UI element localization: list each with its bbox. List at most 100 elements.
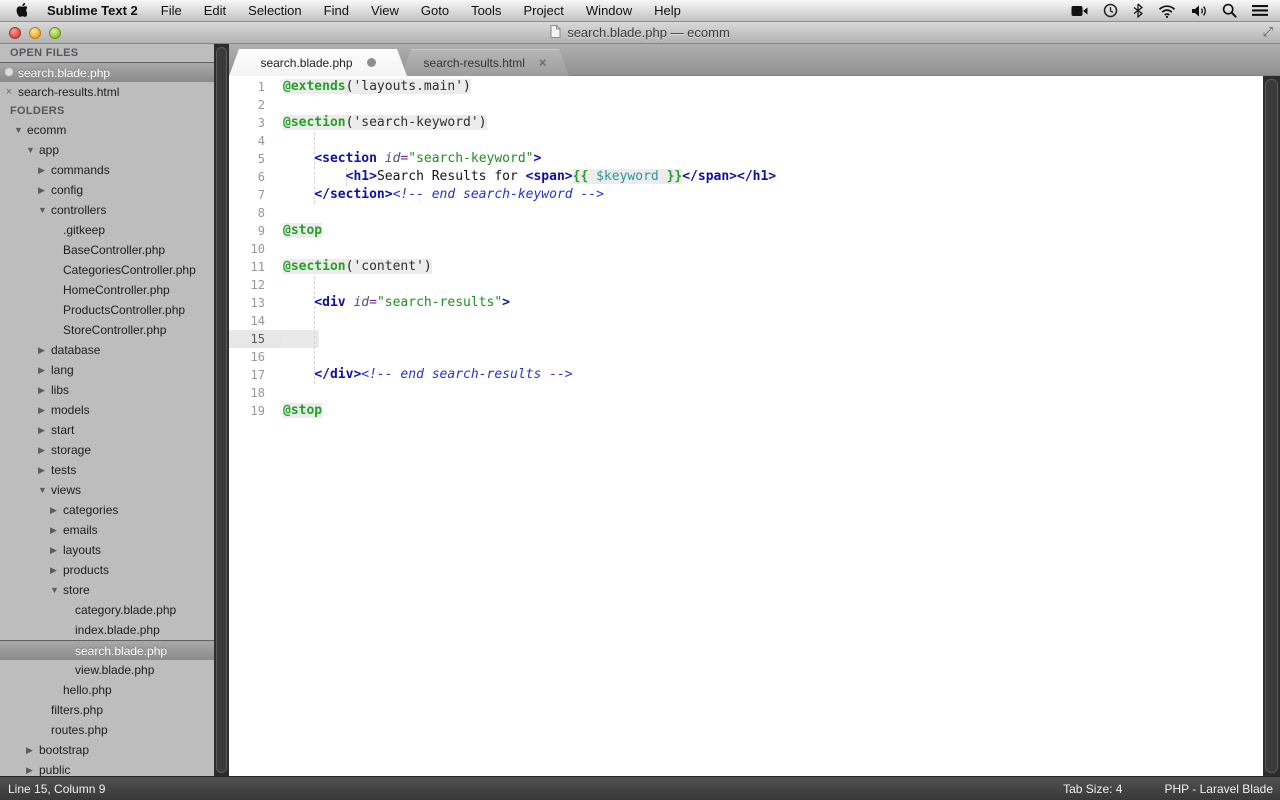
window-title-bar[interactable]: search.blade.php — ecomm ⤢: [0, 22, 1280, 44]
tree-item-BaseController.php[interactable]: BaseController.php: [0, 240, 214, 260]
menu-view[interactable]: View: [360, 3, 410, 18]
tree-item-filters.php[interactable]: filters.php: [0, 700, 214, 720]
code-line[interactable]: @stop: [281, 222, 1263, 240]
disclosure-triangle-icon[interactable]: ▶: [38, 185, 51, 196]
menu-project[interactable]: Project: [512, 3, 574, 18]
disclosure-triangle-icon[interactable]: ▶: [26, 765, 39, 776]
tree-item-categories[interactable]: ▶ categories: [0, 500, 214, 520]
tree-item-start[interactable]: ▶ start: [0, 420, 214, 440]
video-mirroring-icon[interactable]: [1071, 5, 1088, 17]
spotlight-icon[interactable]: [1222, 3, 1237, 18]
tree-item-routes.php[interactable]: routes.php: [0, 720, 214, 740]
disclosure-triangle-icon[interactable]: ▶: [50, 545, 63, 556]
sidebar-scrollbar-thumb[interactable]: [216, 47, 227, 773]
disclosure-triangle-icon[interactable]: ▶: [26, 745, 39, 756]
tree-item-ecomm[interactable]: ▼ ecomm: [0, 120, 214, 140]
disclosure-triangle-icon[interactable]: ▶: [38, 345, 51, 356]
disclosure-triangle-icon[interactable]: ▼: [38, 205, 51, 215]
disclosure-triangle-icon[interactable]: ▶: [38, 365, 51, 376]
code-line[interactable]: @section('content'): [281, 258, 1263, 276]
menu-edit[interactable]: Edit: [193, 3, 237, 18]
tree-item-config[interactable]: ▶ config: [0, 180, 214, 200]
tree-item-products[interactable]: ▶ products: [0, 560, 214, 580]
code-line[interactable]: [281, 330, 1263, 348]
volume-icon[interactable]: [1191, 4, 1207, 18]
tree-item-commands[interactable]: ▶ commands: [0, 160, 214, 180]
tree-item-hello.php[interactable]: hello.php: [0, 680, 214, 700]
syntax-status[interactable]: PHP - Laravel Blade: [1164, 782, 1273, 796]
tree-item-database[interactable]: ▶ database: [0, 340, 214, 360]
disclosure-triangle-icon[interactable]: ▶: [38, 385, 51, 396]
disclosure-triangle-icon[interactable]: ▶: [50, 565, 63, 576]
close-file-icon[interactable]: ×: [0, 86, 18, 98]
tree-item-layouts[interactable]: ▶ layouts: [0, 540, 214, 560]
disclosure-triangle-icon[interactable]: ▼: [50, 585, 63, 595]
tree-item-store[interactable]: ▼ store: [0, 580, 214, 600]
tree-item-tests[interactable]: ▶ tests: [0, 460, 214, 480]
tree-item-libs[interactable]: ▶ libs: [0, 380, 214, 400]
code-line[interactable]: [281, 240, 1263, 258]
tree-item-storage[interactable]: ▶ storage: [0, 440, 214, 460]
code-line[interactable]: <div id="search-results">: [281, 294, 1263, 312]
tree-item-views[interactable]: ▼ views: [0, 480, 214, 500]
close-window-button[interactable]: [9, 27, 21, 39]
tree-item-controllers[interactable]: ▼ controllers: [0, 200, 214, 220]
tree-item-app[interactable]: ▼ app: [0, 140, 214, 160]
code-line[interactable]: @section('search-keyword'): [281, 114, 1263, 132]
tree-item-public[interactable]: ▶ public: [0, 760, 214, 776]
disclosure-triangle-icon[interactable]: ▼: [26, 145, 39, 155]
time-machine-icon[interactable]: [1103, 3, 1118, 18]
zoom-window-button[interactable]: [49, 27, 61, 39]
tree-item-bootstrap[interactable]: ▶ bootstrap: [0, 740, 214, 760]
tab-search.blade.php[interactable]: search.blade.php: [229, 49, 407, 76]
tree-item-category.blade.php[interactable]: category.blade.php: [0, 600, 214, 620]
menu-help[interactable]: Help: [643, 3, 692, 18]
code-line[interactable]: [281, 132, 1263, 150]
code-line[interactable]: @stop: [281, 402, 1263, 420]
menu-goto[interactable]: Goto: [410, 3, 460, 18]
editor[interactable]: 1 2 3 4 5 6 7 8 9 10 11 12 13 14 15 16 17 18 19 @extends('…: [229, 76, 1263, 776]
open-file-search.blade.php[interactable]: search.blade.php: [0, 62, 214, 82]
code-area[interactable]: @extends('layouts.main') @section('search…: [281, 76, 1263, 776]
disclosure-triangle-icon[interactable]: ▶: [38, 425, 51, 436]
code-line[interactable]: [281, 312, 1263, 330]
tree-item-CategoriesController.php[interactable]: CategoriesController.php: [0, 260, 214, 280]
minimize-window-button[interactable]: [29, 27, 41, 39]
disclosure-triangle-icon[interactable]: ▶: [38, 165, 51, 176]
tree-item-view.blade.php[interactable]: view.blade.php: [0, 660, 214, 680]
code-line[interactable]: [281, 384, 1263, 402]
menu-window[interactable]: Window: [575, 3, 643, 18]
tree-item-.gitkeep[interactable]: .gitkeep: [0, 220, 214, 240]
wifi-icon[interactable]: [1158, 4, 1176, 18]
disclosure-triangle-icon[interactable]: ▼: [14, 125, 27, 135]
app-menu-name[interactable]: Sublime Text 2: [35, 3, 150, 18]
disclosure-triangle-icon[interactable]: ▶: [38, 405, 51, 416]
tree-item-search.blade.php[interactable]: search.blade.php: [0, 640, 214, 660]
menu-find[interactable]: Find: [313, 3, 360, 18]
disclosure-triangle-icon[interactable]: ▶: [50, 505, 63, 516]
code-line[interactable]: <h1>Search Results for <span>{{ $keyword…: [281, 168, 1263, 186]
code-line[interactable]: </section><!-- end search-keyword -->: [281, 186, 1263, 204]
tab-close-icon[interactable]: ×: [539, 58, 547, 68]
tree-item-models[interactable]: ▶ models: [0, 400, 214, 420]
apple-menu-icon[interactable]: [0, 3, 35, 18]
tab-search-results.html[interactable]: search-results.html ×: [401, 49, 569, 76]
tree-item-ProductsController.php[interactable]: ProductsController.php: [0, 300, 214, 320]
disclosure-triangle-icon[interactable]: ▼: [38, 485, 51, 495]
menu-file[interactable]: File: [150, 3, 193, 18]
open-file-search-results.html[interactable]: × search-results.html: [0, 82, 214, 102]
notification-center-icon[interactable]: [1252, 4, 1268, 17]
tree-item-StoreController.php[interactable]: StoreController.php: [0, 320, 214, 340]
fullscreen-icon[interactable]: ⤢: [1263, 24, 1273, 40]
code-line[interactable]: [281, 204, 1263, 222]
menu-tools[interactable]: Tools: [460, 3, 512, 18]
code-line[interactable]: @extends('layouts.main'): [281, 78, 1263, 96]
disclosure-triangle-icon[interactable]: ▶: [38, 465, 51, 476]
code-line[interactable]: [281, 276, 1263, 294]
code-line[interactable]: [281, 96, 1263, 114]
tree-item-emails[interactable]: ▶ emails: [0, 520, 214, 540]
menu-selection[interactable]: Selection: [237, 3, 312, 18]
bluetooth-icon[interactable]: [1133, 3, 1143, 18]
disclosure-triangle-icon[interactable]: ▶: [50, 525, 63, 536]
code-line[interactable]: <section id="search-keyword">: [281, 150, 1263, 168]
